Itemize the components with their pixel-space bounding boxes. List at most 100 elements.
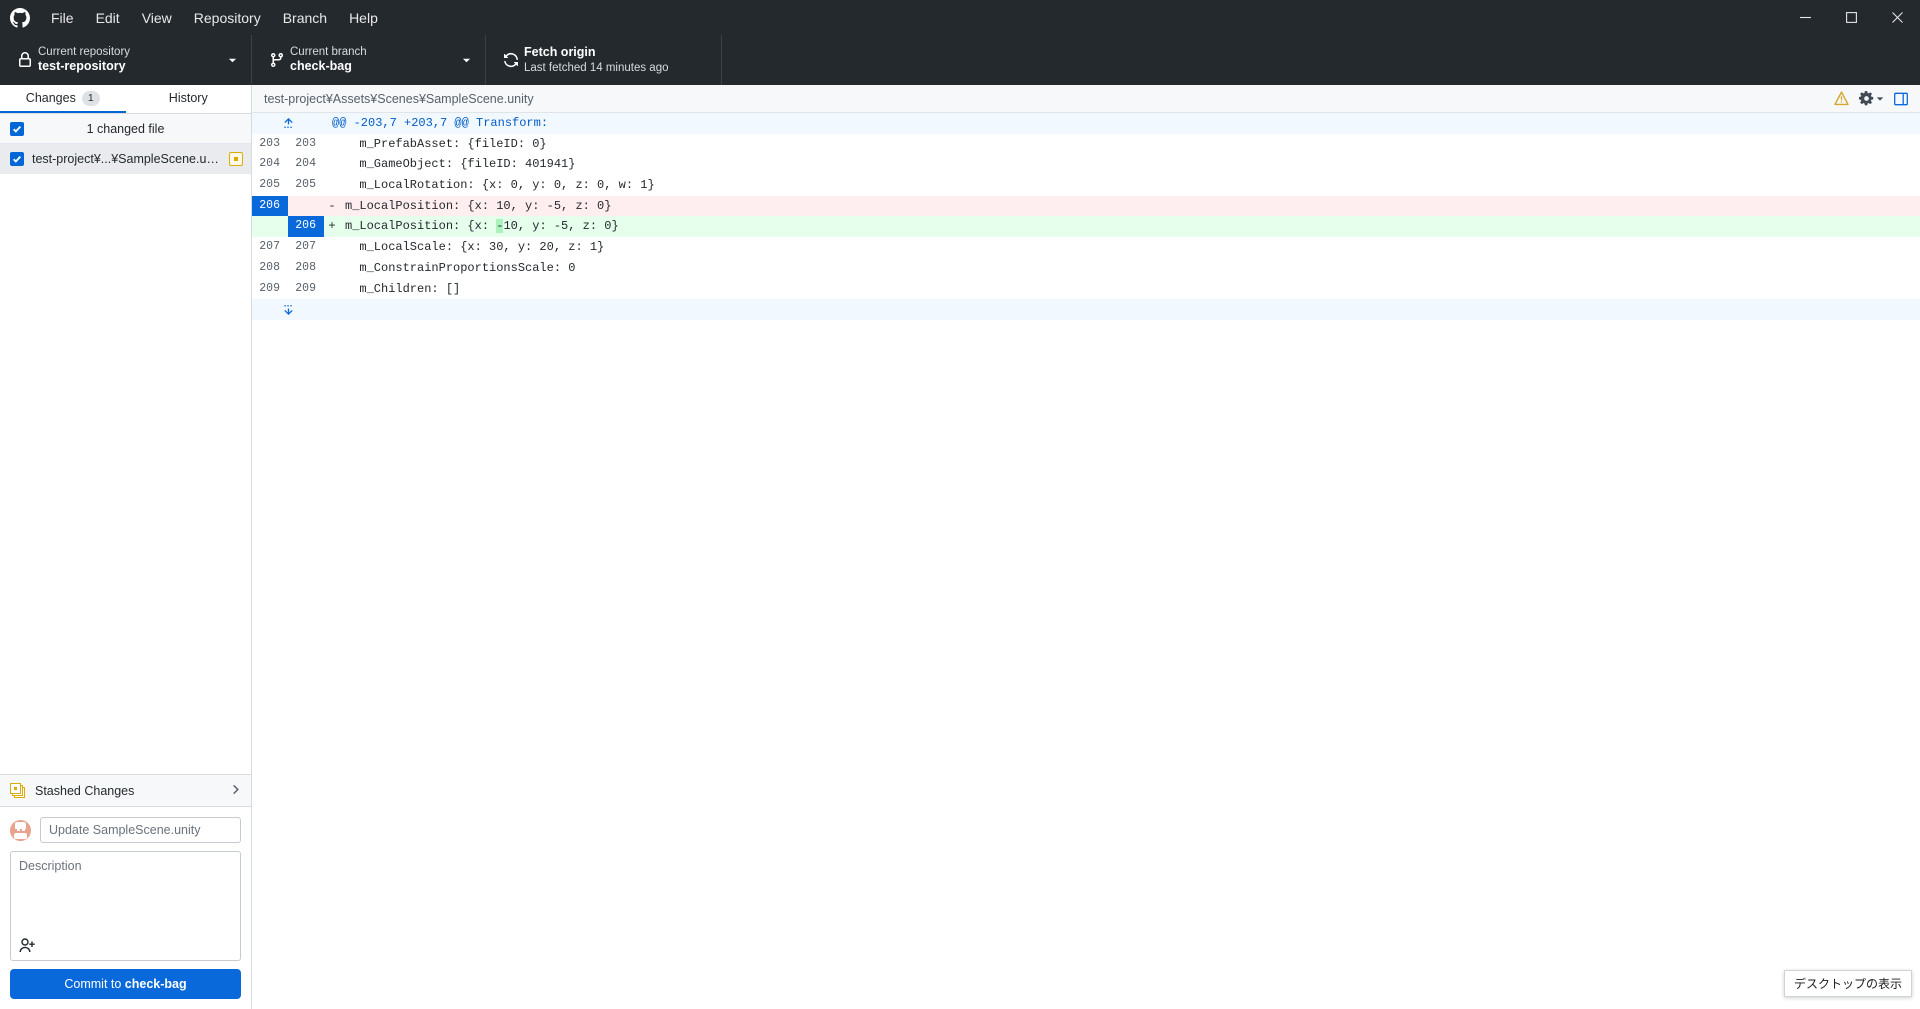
main-content: Changes 1 History 1 changed file test-pr… xyxy=(0,85,1920,1009)
diff-line-text: m_PrefabAsset: {fileID: 0} xyxy=(345,136,547,151)
add-person-icon[interactable] xyxy=(19,937,37,955)
list-item[interactable]: test-project¥...¥SampleScene.unity xyxy=(0,144,251,174)
tab-changes-badge: 1 xyxy=(81,90,100,106)
diff-marker: - xyxy=(328,198,336,213)
diff-old-lineno[interactable]: 206 xyxy=(252,195,288,217)
select-all-checkbox[interactable] xyxy=(10,121,24,136)
menu-item-edit[interactable]: Edit xyxy=(85,0,131,35)
diff-text-pre: m_LocalPosition: {x: xyxy=(345,198,497,213)
diff-marker: + xyxy=(328,219,336,234)
diff-line[interactable]: 207 207 m_LocalScale: {x: 30, y: 20, z: … xyxy=(252,237,1920,258)
diff-text-pre: m_LocalPosition: {x: xyxy=(345,219,497,234)
menu-bar: File Edit View Repository Branch Help xyxy=(40,0,389,35)
commit-description-wrapper xyxy=(10,851,241,961)
stashed-changes-label: Stashed Changes xyxy=(35,783,135,798)
diff-line-text: m_GameObject: {fileID: 401941} xyxy=(345,157,576,172)
stash-icon xyxy=(10,782,26,799)
diff-line-addition[interactable]: 206 + m_LocalPosition: {x: -10, y: -5, z… xyxy=(252,216,1920,238)
warning-triangle-icon[interactable] xyxy=(1834,91,1849,106)
menu-item-help[interactable]: Help xyxy=(338,0,389,35)
file-checkbox[interactable] xyxy=(10,152,24,166)
diff-path-header: test-project¥Assets¥Scenes¥SampleScene.u… xyxy=(252,85,1920,113)
sync-icon xyxy=(498,52,524,68)
changed-files-count: 1 changed file xyxy=(86,121,165,136)
diff-new-lineno[interactable]: 206 xyxy=(288,216,324,238)
toolbar-empty-area xyxy=(722,35,1920,85)
sidebar-tabs: Changes 1 History xyxy=(0,85,251,114)
menu-item-view[interactable]: View xyxy=(131,0,183,35)
diff-line-text: m_LocalPosition: {x: -10, y: -5, z: 0} xyxy=(337,216,1920,237)
changed-file-list: test-project¥...¥SampleScene.unity xyxy=(0,144,251,774)
diff-new-lineno: 209 xyxy=(295,281,316,295)
diff-line[interactable]: 203 203 m_PrefabAsset: {fileID: 0} xyxy=(252,133,1920,155)
menu-item-branch[interactable]: Branch xyxy=(272,0,338,35)
diff-old-lineno: 205 xyxy=(259,178,280,192)
diff-old-lineno: 203 xyxy=(259,136,280,150)
gear-icon xyxy=(1859,91,1874,106)
tab-changes[interactable]: Changes 1 xyxy=(0,85,126,113)
tab-changes-label: Changes xyxy=(25,91,76,105)
expand-down-icon[interactable] xyxy=(252,303,324,316)
maximize-button[interactable] xyxy=(1828,0,1874,35)
diff-line-text: m_Children: [] xyxy=(345,281,461,296)
tab-history-label: History xyxy=(168,91,208,105)
commit-description-input[interactable] xyxy=(11,852,240,960)
diff-new-lineno: 207 xyxy=(295,240,316,254)
close-button[interactable] xyxy=(1874,0,1920,35)
diff-header-actions xyxy=(1834,91,1908,106)
minimize-button[interactable] xyxy=(1782,0,1828,35)
diff-line-text: m_ConstrainProportionsScale: 0 xyxy=(345,260,576,275)
fetch-origin-button[interactable]: Fetch origin Last fetched 14 minutes ago xyxy=(486,35,722,85)
current-repository-value: test-repository xyxy=(38,59,126,74)
diff-old-lineno: 207 xyxy=(259,240,280,254)
stashed-changes-row[interactable]: Stashed Changes xyxy=(0,774,251,806)
diff-old-lineno: 209 xyxy=(259,281,280,295)
diff-panel: test-project¥Assets¥Scenes¥SampleScene.u… xyxy=(252,85,1920,1009)
tab-history[interactable]: History xyxy=(126,85,252,113)
diff-new-lineno: 205 xyxy=(295,178,316,192)
chevron-right-icon xyxy=(230,784,241,798)
window-controls xyxy=(1782,0,1920,35)
diff-expand-down-row xyxy=(252,299,1920,320)
diff-old-lineno: 208 xyxy=(259,260,280,274)
chevron-down-icon xyxy=(459,56,473,65)
diff-line-deletion[interactable]: 206 - m_LocalPosition: {x: 10, y: -5, z:… xyxy=(252,195,1920,217)
title-bar: File Edit View Repository Branch Help xyxy=(0,0,1920,35)
diff-line[interactable]: 205 205 m_LocalRotation: {x: 0, y: 0, z:… xyxy=(252,175,1920,196)
current-repository-button[interactable]: Current repository test-repository xyxy=(0,35,252,85)
diff-file-path: test-project¥Assets¥Scenes¥SampleScene.u… xyxy=(264,91,534,106)
diff-new-lineno: 204 xyxy=(295,157,316,171)
fetch-origin-title: Fetch origin xyxy=(524,45,596,59)
fetch-origin-subtitle: Last fetched 14 minutes ago xyxy=(524,61,669,74)
diff-line-text: m_LocalRotation: {x: 0, y: 0, z: 0, w: 1… xyxy=(345,178,655,193)
commit-summary-input[interactable] xyxy=(40,817,241,843)
commit-button[interactable]: Commit to check-bag xyxy=(10,969,241,999)
diff-line-text: m_LocalPosition: {x: 10, y: -5, z: 0} xyxy=(337,196,1920,217)
changes-sidebar: Changes 1 History 1 changed file test-pr… xyxy=(0,85,252,1009)
show-desktop-tooltip: デスクトップの表示 xyxy=(1783,970,1912,997)
current-branch-value: check-bag xyxy=(290,59,352,74)
expand-panel-icon[interactable] xyxy=(1894,92,1908,106)
branch-icon xyxy=(264,52,290,68)
expand-up-icon[interactable] xyxy=(252,117,324,130)
diff-hunk-header: @@ -203,7 +203,7 @@ Transform: xyxy=(252,113,1920,134)
app-toolbar: Current repository test-repository Curre… xyxy=(0,35,1920,85)
diff-settings-button[interactable] xyxy=(1859,91,1884,106)
diff-new-lineno: 203 xyxy=(295,136,316,150)
current-branch-label: Current branch xyxy=(290,46,367,58)
modified-status-icon xyxy=(229,152,243,166)
diff-line[interactable]: 204 204 m_GameObject: {fileID: 401941} xyxy=(252,154,1920,176)
current-branch-button[interactable]: Current branch check-bag xyxy=(252,35,486,85)
file-path-label: test-project¥...¥SampleScene.unity xyxy=(32,152,221,166)
changed-files-header: 1 changed file xyxy=(0,114,251,144)
diff-new-lineno: 208 xyxy=(295,260,316,274)
lock-icon xyxy=(12,52,38,68)
commit-form: Commit to check-bag xyxy=(0,806,251,1009)
diff-line[interactable]: 208 208 m_ConstrainProportionsScale: 0 xyxy=(252,257,1920,279)
menu-item-repository[interactable]: Repository xyxy=(183,0,272,35)
diff-old-lineno: 204 xyxy=(259,157,280,171)
menu-item-file[interactable]: File xyxy=(40,0,85,35)
diff-content: @@ -203,7 +203,7 @@ Transform: 203 203 m… xyxy=(252,113,1920,1009)
chevron-down-icon xyxy=(225,56,239,65)
diff-line[interactable]: 209 209 m_Children: [] xyxy=(252,278,1920,300)
